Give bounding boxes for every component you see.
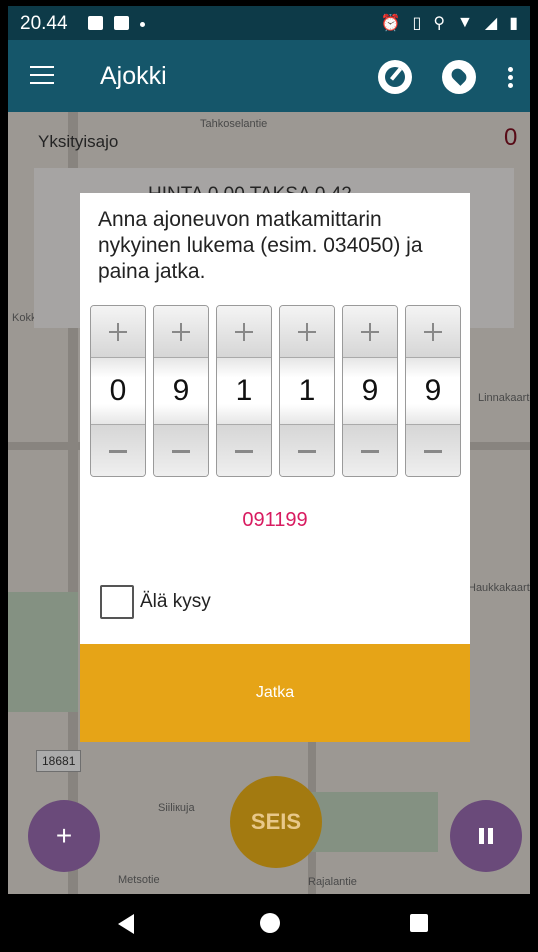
minus-icon bbox=[298, 450, 316, 453]
digit-value[interactable]: 0 bbox=[91, 358, 145, 424]
increment-button[interactable] bbox=[217, 306, 271, 358]
location-off-icon[interactable] bbox=[442, 60, 476, 94]
digit-value[interactable]: 9 bbox=[154, 358, 208, 424]
plus-icon bbox=[109, 322, 127, 341]
gmail-icon bbox=[114, 16, 129, 30]
decrement-button[interactable] bbox=[343, 424, 397, 476]
alarm-icon: ⏰ bbox=[380, 15, 401, 32]
stop-button[interactable]: SEIS bbox=[230, 776, 322, 868]
digit-value[interactable]: 9 bbox=[406, 358, 460, 424]
add-button[interactable]: + bbox=[28, 800, 100, 872]
speedometer-icon[interactable] bbox=[378, 60, 412, 94]
location-icon: ⚲ bbox=[433, 15, 446, 32]
increment-button[interactable] bbox=[154, 306, 208, 358]
minus-icon bbox=[424, 450, 442, 453]
dont-ask-checkbox-row[interactable]: Älä kysy bbox=[100, 585, 211, 619]
dont-ask-checkbox[interactable] bbox=[100, 585, 134, 619]
menu-icon[interactable] bbox=[30, 66, 54, 84]
notification-dot-icon bbox=[140, 22, 145, 27]
digit-value[interactable]: 1 bbox=[217, 358, 271, 424]
plus-icon bbox=[172, 322, 190, 341]
odometer-reading: 091199 bbox=[242, 509, 308, 531]
increment-button[interactable] bbox=[91, 306, 145, 358]
digit-column: 9 bbox=[153, 305, 209, 477]
plus-icon bbox=[235, 322, 253, 341]
app-bar: Ajokki bbox=[8, 40, 530, 112]
app-screen: 20.44 ⏰ ▯ ⚲ ▼ ◢ ▮ Ajokki Tahkoselantie K… bbox=[8, 6, 530, 894]
digit-column: 9 bbox=[405, 305, 461, 477]
status-bar: 20.44 ⏰ ▯ ⚲ ▼ ◢ ▮ bbox=[8, 6, 530, 40]
battery-icon: ▮ bbox=[509, 15, 518, 32]
digit-column: 1 bbox=[216, 305, 272, 477]
odometer-dialog: Anna ajoneuvon matkamittarin nykyinen lu… bbox=[80, 193, 470, 742]
digit-column: 9 bbox=[342, 305, 398, 477]
recent-apps-icon[interactable] bbox=[410, 914, 428, 932]
minus-icon bbox=[172, 450, 190, 453]
digit-column: 0 bbox=[90, 305, 146, 477]
plus-icon bbox=[361, 322, 379, 341]
minus-icon bbox=[235, 450, 253, 453]
status-icons: ⏰ ▯ ⚲ ▼ ◢ ▮ bbox=[381, 13, 518, 33]
decrement-button[interactable] bbox=[280, 424, 334, 476]
increment-button[interactable] bbox=[343, 306, 397, 358]
decrement-button[interactable] bbox=[217, 424, 271, 476]
back-icon[interactable] bbox=[118, 914, 134, 934]
odometer-picker: 0 9 1 1 9 9 bbox=[90, 305, 462, 477]
continue-button[interactable]: Jatka bbox=[80, 644, 470, 742]
vibrate-icon: ▯ bbox=[412, 15, 422, 32]
more-vert-icon[interactable] bbox=[508, 67, 514, 88]
home-icon[interactable] bbox=[260, 913, 280, 933]
plus-icon bbox=[424, 322, 442, 341]
dont-ask-label[interactable]: Älä kysy bbox=[140, 591, 211, 613]
digit-value[interactable]: 9 bbox=[343, 358, 397, 424]
app-title: Ajokki bbox=[100, 62, 167, 90]
decrement-button[interactable] bbox=[406, 424, 460, 476]
wifi-icon: ▼ bbox=[457, 14, 473, 31]
status-time: 20.44 bbox=[20, 13, 68, 34]
digit-value[interactable]: 1 bbox=[280, 358, 334, 424]
signal-icon: ◢ bbox=[484, 15, 498, 32]
minus-icon bbox=[109, 450, 127, 453]
dialog-prompt: Anna ajoneuvon matkamittarin nykyinen lu… bbox=[98, 208, 423, 283]
plus-icon bbox=[298, 322, 316, 341]
pause-button[interactable] bbox=[450, 800, 522, 872]
digit-column: 1 bbox=[279, 305, 335, 477]
decrement-button[interactable] bbox=[154, 424, 208, 476]
increment-button[interactable] bbox=[280, 306, 334, 358]
increment-button[interactable] bbox=[406, 306, 460, 358]
navigation-bar bbox=[0, 894, 538, 952]
decrement-button[interactable] bbox=[91, 424, 145, 476]
minus-icon bbox=[361, 450, 379, 453]
image-icon bbox=[88, 16, 103, 30]
